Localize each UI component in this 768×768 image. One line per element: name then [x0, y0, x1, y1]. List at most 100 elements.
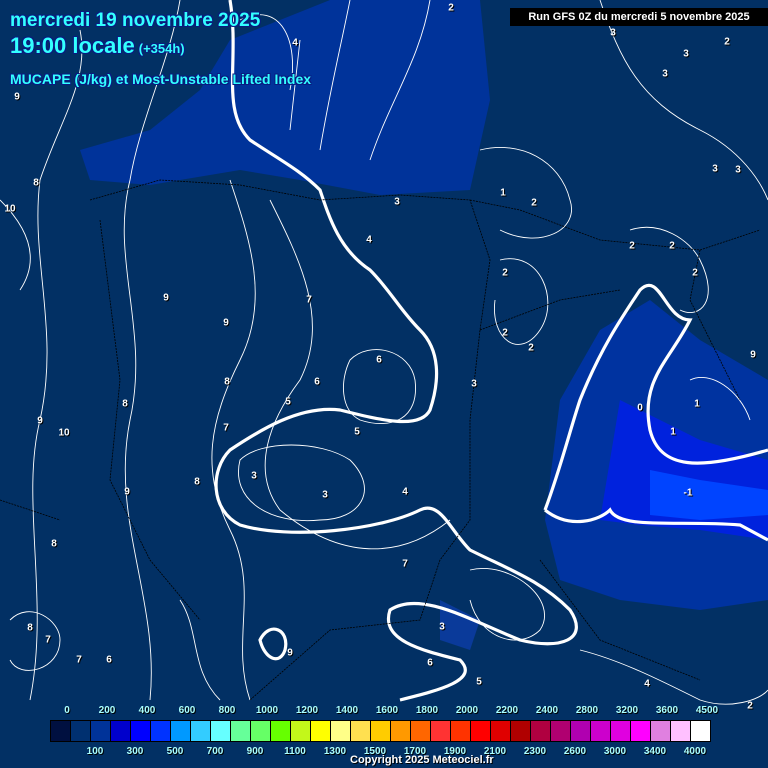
contour-label: 9: [163, 292, 169, 304]
contour-label: 7: [306, 294, 312, 306]
contour-label: 7: [402, 558, 408, 570]
legend-swatch: [591, 721, 611, 741]
legend-swatch: [691, 721, 710, 741]
legend-swatch: [151, 721, 171, 741]
legend-swatch: [451, 721, 471, 741]
contour-label: 3: [322, 489, 328, 501]
legend-label-top: 600: [178, 705, 196, 716]
legend-swatch: [211, 721, 231, 741]
forecast-date: mercredi 19 novembre 2025: [10, 10, 261, 31]
contour-label: 9: [750, 349, 756, 361]
legend-label-bottom: 3400: [643, 746, 667, 757]
legend-swatch: [511, 721, 531, 741]
contour-label: 9: [223, 317, 229, 329]
contour-label: 8: [194, 476, 200, 488]
contour-label: 9: [287, 647, 293, 659]
color-legend: [50, 720, 711, 742]
legend-label-top: 800: [218, 705, 236, 716]
legend-swatch: [651, 721, 671, 741]
legend-label-bottom: 3000: [603, 746, 627, 757]
copyright: Copyright 2025 Meteociel.fr: [350, 754, 494, 766]
legend-label-bottom: 300: [126, 746, 144, 757]
legend-swatch: [571, 721, 591, 741]
legend-swatch: [131, 721, 151, 741]
contour-label: 6: [106, 654, 112, 666]
forecast-lead: (+354h): [138, 41, 185, 56]
legend-label-bottom: 100: [86, 746, 104, 757]
legend-swatch: [51, 721, 71, 741]
contour-label: 4: [292, 37, 298, 49]
legend-label-bottom: 1300: [323, 746, 347, 757]
contour-label: 7: [76, 654, 82, 666]
contour-label: -1: [683, 487, 693, 499]
contour-label: 8: [51, 538, 57, 550]
contour-label: 2: [528, 342, 534, 354]
contour-label: 2: [747, 700, 753, 712]
legend-label-top: 2800: [575, 705, 599, 716]
legend-label-top: 3600: [655, 705, 679, 716]
contour-label: 1: [670, 426, 676, 438]
contour-label: 9: [124, 486, 130, 498]
contour-label: 3: [610, 27, 616, 39]
legend-swatch: [531, 721, 551, 741]
legend-label-top: 4500: [695, 705, 719, 716]
contour-label: 7: [223, 422, 229, 434]
contour-label: 2: [692, 267, 698, 279]
legend-swatch: [91, 721, 111, 741]
legend-label-top: 1800: [415, 705, 439, 716]
legend-swatch: [271, 721, 291, 741]
legend-label-bottom: 2300: [523, 746, 547, 757]
legend-label-top: 2400: [535, 705, 559, 716]
legend-swatch: [111, 721, 131, 741]
contour-label: 6: [427, 657, 433, 669]
contour-label: 0: [637, 402, 643, 414]
legend-swatch: [551, 721, 571, 741]
legend-label-top: 0: [64, 705, 70, 716]
contour-label: 2: [629, 240, 635, 252]
legend-swatch: [491, 721, 511, 741]
legend-swatch: [291, 721, 311, 741]
legend-swatch: [331, 721, 351, 741]
legend-swatch: [191, 721, 211, 741]
contour-label: 3: [735, 164, 741, 176]
legend-swatch: [71, 721, 91, 741]
legend-label-top: 1000: [255, 705, 279, 716]
contour-label: 5: [476, 676, 482, 688]
legend-label-bottom: 700: [206, 746, 224, 757]
contour-label: 4: [402, 486, 408, 498]
contour-label: 8: [33, 177, 39, 189]
legend-swatch: [351, 721, 371, 741]
contour-label: 4: [644, 678, 650, 690]
legend-label-top: 1200: [295, 705, 319, 716]
run-info: Run GFS 0Z du mercredi 5 novembre 2025: [510, 8, 768, 26]
legend-label-bottom: 900: [246, 746, 264, 757]
legend-label-top: 1600: [375, 705, 399, 716]
legend-swatch: [631, 721, 651, 741]
contour-label: 2: [502, 327, 508, 339]
legend-label-top: 2000: [455, 705, 479, 716]
legend-swatch: [671, 721, 691, 741]
contour-label: 9: [14, 91, 20, 103]
contour-label: 1: [500, 187, 506, 199]
contour-label: 2: [724, 36, 730, 48]
contour-label: 8: [224, 376, 230, 388]
contour-label: 2: [502, 267, 508, 279]
mucape-map: [0, 0, 768, 768]
contour-label: 9: [37, 415, 43, 427]
contour-label: 4: [366, 234, 372, 246]
legend-swatch: [311, 721, 331, 741]
legend-swatch: [231, 721, 251, 741]
legend-label-top: 2200: [495, 705, 519, 716]
legend-swatch: [431, 721, 451, 741]
contour-label: 3: [394, 196, 400, 208]
legend-swatch: [391, 721, 411, 741]
contour-label: 3: [471, 378, 477, 390]
contour-label: 3: [251, 470, 257, 482]
legend-swatch: [251, 721, 271, 741]
contour-label: 5: [285, 396, 291, 408]
legend-label-top: 3200: [615, 705, 639, 716]
contour-label: 2: [448, 2, 454, 14]
contour-label: 1: [694, 398, 700, 410]
legend-swatch: [411, 721, 431, 741]
legend-swatch: [471, 721, 491, 741]
